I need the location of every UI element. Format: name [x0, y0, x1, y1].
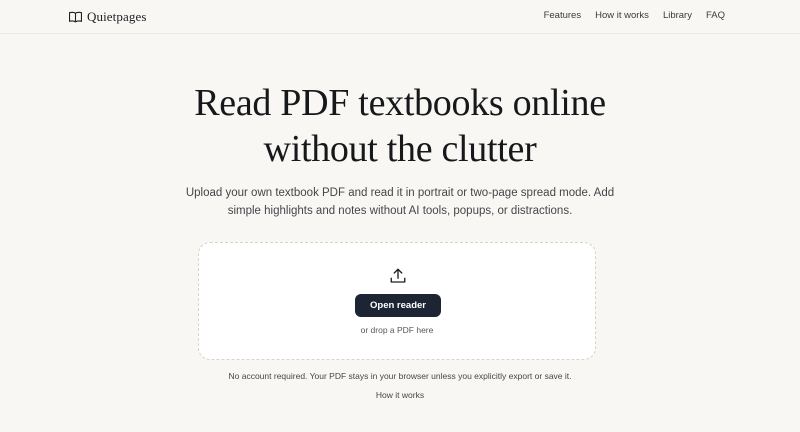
open-reader-button[interactable]: Open reader	[355, 294, 441, 317]
nav-link-library[interactable]: Library	[663, 9, 692, 23]
hero-title-line-2: without the clutter	[263, 128, 537, 170]
drop-hint: or drop a PDF here	[360, 325, 434, 335]
hero-subtitle: Upload your own textbook PDF and read it…	[185, 187, 615, 217]
hero-title-line-1: Read PDF textbooks online	[194, 82, 606, 124]
top-nav: Quietpages Features How it works Library…	[0, 0, 800, 34]
privacy-note: No account required. Your PDF stays in y…	[228, 371, 572, 381]
how-it-works-link[interactable]: How it works	[0, 390, 800, 400]
pdf-dropzone[interactable]: Open reader or drop a PDF here	[198, 242, 596, 360]
nav-link-features[interactable]: Features	[544, 9, 582, 23]
book-open-icon	[69, 11, 82, 23]
nav-link-faq[interactable]: FAQ	[706, 9, 725, 23]
brand-name: Quietpages	[87, 9, 147, 24]
brand-logo-link[interactable]: Quietpages	[69, 8, 146, 26]
upload-icon	[390, 268, 406, 283]
nav-links: Features How it works Library FAQ	[544, 9, 725, 23]
hero-title: Read PDF textbooks online without the cl…	[0, 80, 800, 172]
nav-link-how-it-works[interactable]: How it works	[595, 9, 649, 23]
